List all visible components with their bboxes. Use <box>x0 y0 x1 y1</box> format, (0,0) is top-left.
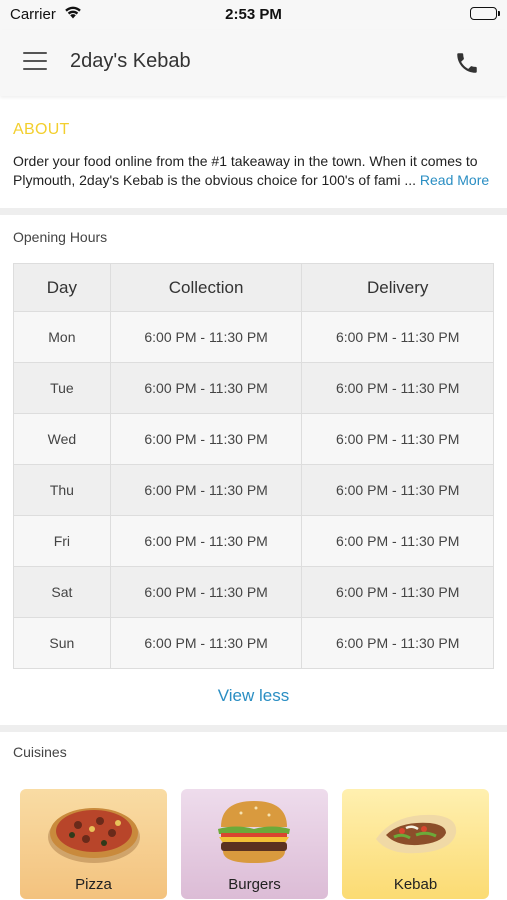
status-bar: Carrier 2:53 PM <box>0 0 507 30</box>
collection-hours-cell: 6:00 PM - 11:30 PM <box>109 464 303 516</box>
pizza-icon <box>48 808 140 863</box>
burger-icon <box>218 801 290 863</box>
collection-hours-cell: 6:00 PM - 11:30 PM <box>109 617 303 669</box>
day-cell: Tue <box>13 362 111 414</box>
day-cell: Mon <box>13 311 111 363</box>
collection-hours-cell: 6:00 PM - 11:30 PM <box>109 362 303 414</box>
delivery-hours-cell: 6:00 PM - 11:30 PM <box>301 464 494 516</box>
table-row: Mon 6:00 PM - 11:30 PM 6:00 PM - 11:30 P… <box>13 311 494 363</box>
day-cell: Sun <box>13 617 111 669</box>
delivery-hours-cell: 6:00 PM - 11:30 PM <box>301 362 494 414</box>
cuisine-card-burgers[interactable]: Burgers <box>181 789 328 899</box>
column-header-day: Day <box>13 263 111 312</box>
day-cell: Fri <box>13 515 111 567</box>
collection-hours-cell: 6:00 PM - 11:30 PM <box>109 566 303 618</box>
table-row: Thu 6:00 PM - 11:30 PM 6:00 PM - 11:30 P… <box>13 464 494 516</box>
restaurant-title: 2day's Kebab <box>70 50 191 72</box>
delivery-hours-cell: 6:00 PM - 11:30 PM <box>301 566 494 618</box>
view-less-link[interactable]: View less <box>0 686 507 706</box>
about-text: Order your food online from the #1 takea… <box>13 152 503 190</box>
cuisine-card-kebab[interactable]: Kebab <box>342 789 489 899</box>
delivery-hours-cell: 6:00 PM - 11:30 PM <box>301 515 494 567</box>
column-header-delivery: Delivery <box>301 263 494 312</box>
section-divider <box>0 208 507 215</box>
table-row: Tue 6:00 PM - 11:30 PM 6:00 PM - 11:30 P… <box>13 362 494 414</box>
section-divider <box>0 725 507 732</box>
collection-hours-cell: 6:00 PM - 11:30 PM <box>109 413 303 465</box>
cuisine-label: Burgers <box>228 876 281 893</box>
delivery-hours-cell: 6:00 PM - 11:30 PM <box>301 617 494 669</box>
phone-icon[interactable] <box>454 50 480 76</box>
delivery-hours-cell: 6:00 PM - 11:30 PM <box>301 413 494 465</box>
column-header-collection: Collection <box>109 263 303 312</box>
cuisine-label: Kebab <box>393 876 438 893</box>
navigation-bar: 2day's Kebab <box>0 30 507 96</box>
opening-hours-section: Opening Hours Day Collection Delivery Mo… <box>0 215 507 725</box>
hamburger-menu-icon[interactable] <box>23 52 47 72</box>
table-row: Wed 6:00 PM - 11:30 PM 6:00 PM - 11:30 P… <box>13 413 494 465</box>
collection-hours-cell: 6:00 PM - 11:30 PM <box>109 311 303 363</box>
table-row: Sun 6:00 PM - 11:30 PM 6:00 PM - 11:30 P… <box>13 617 494 669</box>
collection-hours-cell: 6:00 PM - 11:30 PM <box>109 515 303 567</box>
cuisines-section: Cuisines Pizza Burgers Kebab <box>0 732 507 900</box>
delivery-hours-cell: 6:00 PM - 11:30 PM <box>301 311 494 363</box>
cuisine-card-pizza[interactable]: Pizza <box>20 789 167 899</box>
table-row: Fri 6:00 PM - 11:30 PM 6:00 PM - 11:30 P… <box>13 515 494 567</box>
table-header-row: Day Collection Delivery <box>13 263 494 312</box>
about-section: ABOUT Order your food online from the #1… <box>0 100 507 208</box>
cuisine-label: Pizza <box>75 876 112 893</box>
opening-hours-heading: Opening Hours <box>13 229 108 245</box>
battery-icon <box>470 7 500 20</box>
cuisines-heading: Cuisines <box>13 744 67 760</box>
table-row: Sat 6:00 PM - 11:30 PM 6:00 PM - 11:30 P… <box>13 566 494 618</box>
day-cell: Sat <box>13 566 111 618</box>
opening-hours-table: Day Collection Delivery Mon 6:00 PM - 11… <box>13 263 494 669</box>
about-description: Order your food online from the #1 takea… <box>13 153 478 188</box>
day-cell: Wed <box>13 413 111 465</box>
day-cell: Thu <box>13 464 111 516</box>
about-heading: ABOUT <box>13 121 70 138</box>
clock: 2:53 PM <box>225 6 282 23</box>
read-more-link[interactable]: Read More <box>420 172 489 188</box>
kebab-icon <box>376 814 457 854</box>
